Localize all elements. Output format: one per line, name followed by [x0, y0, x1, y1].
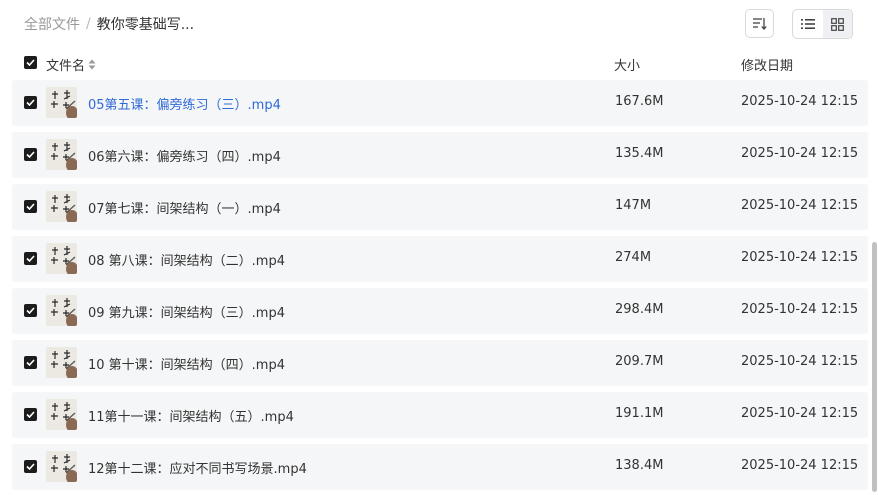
file-row[interactable]: 07第七课：间架结构（一）.mp4 147M 2025-10-24 12:15: [12, 184, 868, 230]
file-date: 2025-10-24 12:15: [741, 406, 859, 421]
file-checkbox[interactable]: [24, 148, 37, 161]
file-checkbox[interactable]: [24, 356, 37, 369]
video-thumbnail[interactable]: [46, 347, 77, 378]
file-name[interactable]: 06第六课：偏旁练习（四）.mp4: [88, 146, 281, 165]
breadcrumb-separator: /: [86, 16, 91, 32]
list-view-icon: [800, 19, 815, 29]
sort-icon: [753, 18, 767, 30]
file-date: 2025-10-24 12:15: [741, 94, 859, 109]
file-checkbox[interactable]: [24, 304, 37, 317]
file-name[interactable]: 12第十二课：应对不同书写场景.mp4: [88, 458, 307, 477]
checkbox-checked-icon: [26, 99, 35, 106]
file-date: 2025-10-24 12:15: [741, 458, 859, 473]
breadcrumb-root[interactable]: 全部文件: [24, 14, 80, 34]
view-toggle: [792, 9, 853, 39]
breadcrumb-current: 教你零基础写...: [96, 17, 195, 33]
file-name[interactable]: 05第五课：偏旁练习（三）.mp4: [88, 94, 281, 113]
video-thumbnail[interactable]: [46, 191, 77, 222]
file-row[interactable]: 10 第十课：间架结构（四）.mp4 209.7M 2025-10-24 12:15: [12, 340, 868, 386]
video-thumbnail[interactable]: [46, 87, 77, 118]
file-date: 2025-10-24 12:15: [741, 354, 859, 369]
select-all-checkbox[interactable]: [24, 56, 37, 69]
file-row[interactable]: 12第十二课：应对不同书写场景.mp4 138.4M 2025-10-24 12:1…: [12, 444, 868, 490]
file-row[interactable]: 06第六课：偏旁练习（四）.mp4 135.4M 2025-10-24 12:15: [12, 132, 868, 178]
file-checkbox[interactable]: [24, 460, 37, 473]
video-thumbnail[interactable]: [46, 243, 77, 274]
file-checkbox[interactable]: [24, 200, 37, 213]
file-row[interactable]: 11第十一课：间架结构（五）.mp4 191.1M 2025-10-24 12:15: [12, 392, 868, 438]
file-date: 2025-10-24 12:15: [741, 302, 859, 317]
list-view-button[interactable]: [793, 10, 823, 38]
file-checkbox[interactable]: [24, 408, 37, 421]
column-header-name[interactable]: 文件名: [46, 55, 96, 74]
file-name[interactable]: 09 第九课：间架结构（三）.mp4: [88, 302, 285, 321]
video-thumbnail[interactable]: [46, 139, 77, 170]
file-size: 138.4M: [615, 458, 664, 473]
grid-view-button[interactable]: [822, 10, 852, 38]
file-date: 2025-10-24 12:15: [741, 250, 859, 265]
file-size: 191.1M: [615, 406, 664, 421]
checkbox-checked-icon: [26, 359, 35, 366]
file-checkbox[interactable]: [24, 252, 37, 265]
file-size: 167.6M: [615, 94, 664, 109]
file-size: 298.4M: [615, 302, 664, 317]
checkbox-checked-icon: [26, 151, 35, 158]
breadcrumb: 全部文件 / 教你零基础写...: [24, 14, 194, 34]
video-thumbnail[interactable]: [46, 451, 77, 482]
checkbox-checked-icon: [26, 463, 35, 470]
file-name[interactable]: 07第七课：间架结构（一）.mp4: [88, 198, 281, 217]
file-size: 274M: [615, 250, 652, 265]
file-name[interactable]: 11第十一课：间架结构（五）.mp4: [88, 406, 294, 425]
file-name[interactable]: 10 第十课：间架结构（四）.mp4: [88, 354, 285, 373]
grid-view-icon: [830, 17, 844, 31]
file-size: 135.4M: [615, 146, 664, 161]
file-size: 209.7M: [615, 354, 664, 369]
checkbox-checked-icon: [26, 59, 35, 66]
video-thumbnail[interactable]: [46, 295, 77, 326]
file-size: 147M: [615, 198, 652, 213]
file-row[interactable]: 05第五课：偏旁练习（三）.mp4 167.6M 2025-10-24 12:15: [12, 80, 868, 126]
sort-button[interactable]: [745, 9, 774, 38]
file-row[interactable]: 08 第八课：间架结构（二）.mp4 274M 2025-10-24 12:15: [12, 236, 868, 282]
sort-arrows-icon: [88, 59, 96, 70]
file-name[interactable]: 08 第八课：间架结构（二）.mp4: [88, 250, 285, 269]
column-header-size[interactable]: 大小: [614, 55, 640, 74]
column-header-date[interactable]: 修改日期: [741, 55, 793, 74]
file-checkbox[interactable]: [24, 96, 37, 109]
column-header-name-label: 文件名: [46, 59, 86, 74]
checkbox-checked-icon: [26, 411, 35, 418]
file-row[interactable]: 09 第九课：间架结构（三）.mp4 298.4M 2025-10-24 12:15: [12, 288, 868, 334]
scrollbar-thumb[interactable]: [872, 242, 877, 492]
file-list-header: 文件名 大小 修改日期: [0, 52, 878, 76]
checkbox-checked-icon: [26, 203, 35, 210]
file-date: 2025-10-24 12:15: [741, 146, 859, 161]
checkbox-checked-icon: [26, 307, 35, 314]
checkbox-checked-icon: [26, 255, 35, 262]
video-thumbnail[interactable]: [46, 399, 77, 430]
file-date: 2025-10-24 12:15: [741, 198, 859, 213]
